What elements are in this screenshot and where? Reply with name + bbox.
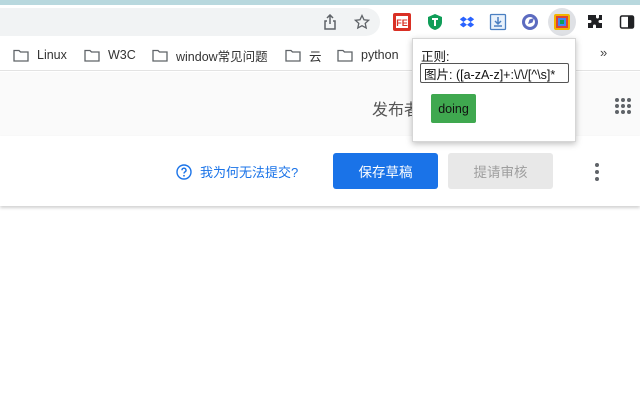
folder-icon <box>13 49 29 62</box>
star-icon[interactable] <box>353 13 371 31</box>
sidepanel-icon[interactable] <box>618 13 636 31</box>
bookmarks-overflow-button[interactable]: » <box>600 45 607 60</box>
bookmark-folder-linux[interactable]: Linux <box>13 46 67 64</box>
action-bar: 我为何无法提交? 保存草稿 提请审核 <box>0 136 640 206</box>
fe-badge-text: FE <box>396 18 408 28</box>
compass-extension-icon[interactable] <box>521 13 539 31</box>
download-extension-icon[interactable] <box>489 13 507 31</box>
more-vert-icon[interactable] <box>594 163 600 181</box>
help-link-text: 我为何无法提交? <box>200 165 299 180</box>
bookmark-label: window常见问题 <box>176 49 268 64</box>
doing-button[interactable]: doing <box>431 94 476 123</box>
regex-extension-popup: 正则: doing <box>412 38 576 142</box>
bookmark-folder-cloud[interactable]: 云 <box>285 46 322 64</box>
folder-icon <box>337 49 353 62</box>
apps-grid-icon[interactable] <box>615 98 631 114</box>
bookmark-folder-window[interactable]: window常见问题 <box>152 46 268 64</box>
browser-toolbar: FE <box>0 5 640 38</box>
folder-icon <box>285 49 301 62</box>
bookmark-label: Linux <box>37 48 67 62</box>
save-draft-button[interactable]: 保存草稿 <box>333 153 438 189</box>
puzzle-icon[interactable] <box>586 13 604 31</box>
bookmark-label: 云 <box>309 49 322 64</box>
dropbox-icon[interactable] <box>458 13 476 31</box>
folder-icon <box>152 49 168 62</box>
regex-input[interactable] <box>420 63 569 83</box>
why-cannot-submit-link[interactable]: 我为何无法提交? <box>176 162 298 181</box>
submit-review-button[interactable]: 提请审核 <box>448 153 553 189</box>
bookmark-folder-python[interactable]: python <box>337 46 399 64</box>
bookmark-label: W3C <box>108 48 136 62</box>
bookmark-label: python <box>361 48 399 62</box>
bookmark-folder-w3c[interactable]: W3C <box>84 46 136 64</box>
fe-extension-icon[interactable]: FE <box>393 13 411 31</box>
regex-extension-icon[interactable] <box>553 13 571 31</box>
shield-extension-icon[interactable] <box>426 13 444 31</box>
share-icon[interactable] <box>321 13 339 31</box>
folder-icon <box>84 49 100 62</box>
help-icon <box>176 163 192 180</box>
